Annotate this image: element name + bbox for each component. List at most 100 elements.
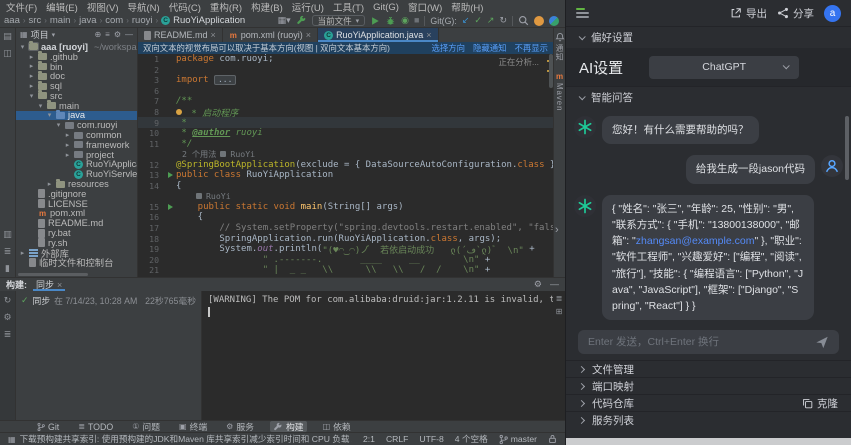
- collapse-all-icon[interactable]: ≡: [105, 30, 110, 39]
- tree-item[interactable]: ▸framework: [16, 140, 137, 150]
- git-commit-icon[interactable]: ✓: [474, 16, 482, 25]
- tree-item[interactable]: ▾com.ruoyi: [16, 120, 137, 130]
- model-select[interactable]: ChatGPT: [649, 56, 799, 79]
- run-button[interactable]: [370, 16, 380, 26]
- menu-icon[interactable]: [576, 8, 589, 18]
- layout-icon[interactable]: ▦▾: [278, 16, 291, 25]
- structure-stripe-icon[interactable]: ▥: [3, 229, 12, 240]
- menu-item[interactable]: 帮助(H): [451, 0, 483, 14]
- toolwindow-git-branch[interactable]: Git: [34, 421, 62, 432]
- git-branch-widget[interactable]: master: [499, 434, 537, 445]
- tree-item[interactable]: ▸.github: [16, 52, 137, 62]
- tree-twisty-icon[interactable]: ▾: [28, 92, 35, 100]
- build-tab-sync[interactable]: 同步 ×: [33, 278, 65, 291]
- inlay-hint[interactable]: RuoYi: [138, 191, 553, 202]
- account-icon-orange[interactable]: [534, 16, 544, 26]
- debug-button[interactable]: [385, 16, 396, 26]
- chat-scrollbar[interactable]: [845, 116, 849, 180]
- git-update-icon[interactable]: ↙: [462, 16, 470, 25]
- tree-twisty-icon[interactable]: ▸: [64, 131, 71, 139]
- breadcrumb-item[interactable]: main: [50, 15, 71, 26]
- build-console[interactable]: [WARNING] The POM for com.alibaba:druid:…: [202, 291, 553, 420]
- breadcrumb-item[interactable]: com: [105, 15, 123, 26]
- breadcrumb-item[interactable]: CRuoYiApplication: [161, 15, 245, 26]
- tree-twisty-icon[interactable]: ▾: [46, 111, 53, 119]
- inlay-hint[interactable]: 2 个用法RuoYi: [138, 149, 553, 160]
- account-icon-blue[interactable]: [549, 16, 559, 26]
- section-qa[interactable]: 智能问答: [566, 86, 851, 108]
- menu-item[interactable]: 导航(N): [127, 0, 159, 14]
- menu-item[interactable]: 代码(C): [169, 0, 201, 14]
- refresh-icon[interactable]: ↻: [4, 295, 12, 306]
- section-preferences[interactable]: 偏好设置: [566, 26, 851, 48]
- menu-item[interactable]: 窗口(W): [408, 0, 442, 14]
- gear-icon[interactable]: ⚙: [534, 279, 542, 290]
- minimize-icon[interactable]: —: [550, 279, 559, 290]
- chat-input[interactable]: [588, 336, 809, 348]
- breadcrumb-item[interactable]: src: [29, 15, 42, 26]
- tree-item[interactable]: ▾java: [16, 111, 137, 121]
- tree-item[interactable]: ry.bat: [16, 228, 137, 238]
- banner-link[interactable]: 隐藏通知: [473, 42, 507, 54]
- menu-item[interactable]: 编辑(E): [46, 0, 78, 14]
- tree-twisty-icon[interactable]: ▸: [28, 72, 35, 80]
- share-button[interactable]: 分享: [777, 6, 814, 21]
- locate-icon[interactable]: ⊕: [94, 30, 101, 39]
- tree-item[interactable]: ▾aaa [ruoyi]~/workspace/aaa: [16, 42, 137, 52]
- toolwindow-services[interactable]: ⚙服务: [223, 421, 257, 432]
- tree-item[interactable]: ▾src: [16, 91, 137, 101]
- hide-panel-icon[interactable]: —: [125, 30, 133, 39]
- code-area[interactable]: 正在分析... 1package com.ruoyi;23import ...6…: [138, 54, 553, 277]
- stop-button[interactable]: ■: [414, 16, 419, 25]
- sync-status-row[interactable]: ✓ 同步 在 7/14/23, 10:28 AM 22秒765毫秒: [21, 294, 196, 307]
- commit-stripe-icon[interactable]: ◫: [3, 48, 12, 59]
- bell-icon[interactable]: [555, 32, 565, 42]
- coverage-icon[interactable]: ◉: [401, 16, 409, 25]
- status-message[interactable]: 下载预构建共享索引: 使用预构建的JDK和Maven 库共享索引减少索引时间和 …: [20, 433, 352, 445]
- run-gutter-icon[interactable]: [168, 172, 173, 178]
- project-stripe-icon[interactable]: ▤: [3, 31, 12, 42]
- menu-item[interactable]: 工具(T): [333, 0, 364, 14]
- tree-item[interactable]: ▸project: [16, 150, 137, 160]
- search-icon[interactable]: [518, 15, 529, 26]
- export-button[interactable]: 导出: [730, 6, 767, 21]
- caret-position[interactable]: 2:1: [363, 434, 375, 444]
- chat-input-box[interactable]: [578, 330, 839, 354]
- tree-item[interactable]: ▸common: [16, 130, 137, 140]
- breadcrumb-item[interactable]: aaa: [4, 15, 20, 26]
- menu-item[interactable]: 构建(B): [251, 0, 283, 14]
- clone-button[interactable]: 克隆: [802, 396, 838, 411]
- maven-stripe-label[interactable]: Maven: [555, 83, 564, 111]
- bookmarks-stripe-icon[interactable]: ▮: [5, 263, 10, 274]
- tree-item[interactable]: mpom.xml: [16, 209, 137, 219]
- tree-item[interactable]: CRuoYiApplication: [16, 160, 137, 170]
- banner-link[interactable]: 不再显示: [515, 42, 549, 54]
- tree-twisty-icon[interactable]: ▸: [19, 249, 26, 257]
- email-link[interactable]: zhangsan@example.com: [636, 235, 755, 247]
- editor-tab[interactable]: mpom.xml (ruoyi)×: [223, 28, 318, 42]
- tree-twisty-icon[interactable]: ▸: [28, 82, 35, 90]
- tree-twisty-icon[interactable]: ▸: [64, 151, 71, 159]
- notifications-stripe-label[interactable]: 通知: [554, 44, 565, 62]
- run-config-select[interactable]: 当前文件▾: [312, 15, 366, 26]
- indent-setting[interactable]: 4 个空格: [455, 433, 488, 445]
- breadcrumb-item[interactable]: java: [79, 15, 96, 26]
- section-row[interactable]: 文件管理: [566, 360, 851, 377]
- toolwindow-problems[interactable]: ①问题: [129, 421, 163, 432]
- section-row[interactable]: 代码仓库克隆: [566, 394, 851, 411]
- git-push-icon[interactable]: ↗: [487, 16, 495, 25]
- tree-item[interactable]: README.md: [16, 218, 137, 228]
- tree-item[interactable]: ▸sql: [16, 81, 137, 91]
- toolwindow-todo[interactable]: ≣TODO: [75, 421, 116, 432]
- menu-item[interactable]: 视图(V): [87, 0, 119, 14]
- editor-tab[interactable]: CRuoYiApplication.java×: [318, 28, 438, 42]
- menu-item[interactable]: Git(G): [373, 2, 399, 13]
- wrench-icon[interactable]: [296, 15, 307, 26]
- scroll-end-icon[interactable]: ⊞: [556, 307, 563, 316]
- tree-item[interactable]: ry.sh: [16, 238, 137, 248]
- tree-item[interactable]: 临时文件和控制台: [16, 258, 137, 268]
- close-icon[interactable]: ×: [306, 30, 311, 40]
- project-panel-scrollbar[interactable]: [18, 273, 88, 276]
- line-ending[interactable]: CRLF: [386, 434, 408, 444]
- section-row[interactable]: 端口映射: [566, 377, 851, 394]
